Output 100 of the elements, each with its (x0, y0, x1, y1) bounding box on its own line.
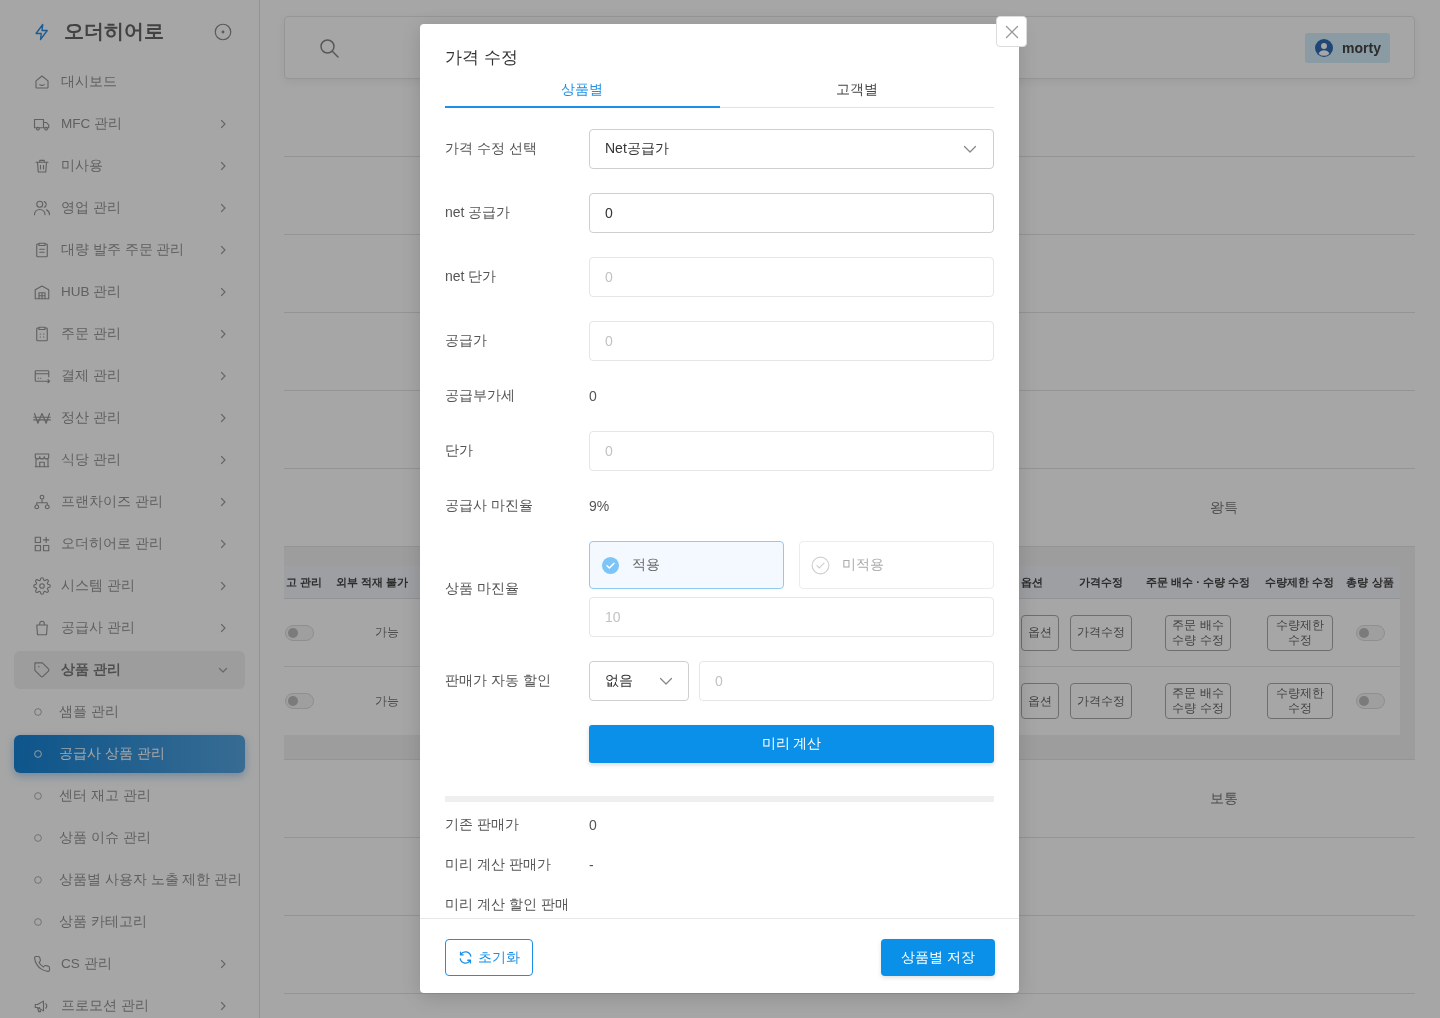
chevron-icon (218, 245, 228, 255)
circle-dot-icon[interactable] (214, 22, 232, 41)
sidebar-item[interactable]: CS 관리 (14, 945, 245, 983)
settings-icon (33, 577, 51, 595)
sidebar-item[interactable]: 상품 관리 (14, 651, 245, 689)
chevron-icon (218, 1001, 228, 1011)
close-icon (1004, 24, 1019, 39)
field-label: 판매가 자동 할인 (445, 672, 552, 690)
user-button[interactable]: morty (1305, 32, 1390, 63)
clipboard-icon (33, 241, 51, 259)
field-label: 상품 마진율 (445, 580, 520, 598)
field-value: 0 (589, 387, 597, 406)
sidebar-item[interactable]: 오더히어로 관리 (14, 525, 245, 563)
action-button[interactable]: 주문 배수 수량 수정 (1165, 614, 1231, 651)
column-header: 가격수정 (1078, 574, 1123, 590)
column-header: 고 관리 (286, 574, 323, 590)
action-button[interactable]: 옵션 (1021, 614, 1059, 651)
store-icon (33, 451, 51, 469)
phone-icon (33, 955, 51, 973)
chevron-icon (218, 287, 228, 297)
sidebar-subitem[interactable]: 상품 이슈 관리 (14, 819, 245, 857)
sidebar-subitem[interactable]: 공급사 상품 관리 (14, 735, 245, 773)
circle-icon (34, 750, 42, 758)
toggle-switch[interactable] (285, 624, 314, 641)
field-label: 공급부가세 (445, 387, 516, 405)
logo-text: 오더히어로 (64, 19, 164, 44)
circle-icon (34, 834, 42, 842)
sidebar-item[interactable]: 식당 관리 (14, 441, 245, 479)
users-icon (33, 199, 51, 217)
sidebar-subitem[interactable]: 상품별 사용자 노출 제한 관리 (14, 861, 245, 899)
field-label: 가격 수정 선택 (445, 140, 538, 158)
action-button[interactable]: 가격수정 (1069, 683, 1132, 719)
circle-icon (34, 918, 42, 926)
sidebar-item[interactable]: 정산 관리 (14, 399, 245, 437)
circle-icon (34, 792, 42, 800)
calculate-button[interactable]: 미리 계산 (589, 725, 994, 763)
column-header: 외부 적재 불가 (336, 574, 409, 590)
result-label: 미리 계산 판매가 (445, 856, 552, 874)
reset-button[interactable]: 초기화 (445, 939, 533, 976)
column-header: 수량제한 수정 (1264, 574, 1335, 590)
result-label: 미리 계산 할인 판매 (445, 896, 570, 914)
result-value: 0 (589, 816, 597, 835)
sidebar-subitem[interactable]: 샘플 관리 (14, 693, 245, 731)
chevron-icon (218, 371, 228, 381)
check-circle-icon (811, 555, 830, 575)
close-button[interactable] (996, 16, 1027, 47)
home-icon (33, 73, 51, 91)
sidebar-item[interactable]: 결제 관리 (14, 357, 245, 395)
chevron-icon (218, 161, 228, 171)
input-field[interactable]: 0 (589, 193, 994, 233)
sidebar-item[interactable]: 프로모션 관리 (14, 987, 245, 1018)
save-button[interactable]: 상품별 저장 (881, 939, 995, 976)
toggle-switch[interactable] (285, 693, 314, 709)
field-value: 9% (589, 497, 610, 516)
result-label: 기존 판매가 (445, 816, 520, 834)
toggle-switch[interactable] (1355, 693, 1385, 709)
sidebar-item[interactable]: 대량 발주 주문 관리 (14, 231, 245, 269)
sidebar-item[interactable]: 영업 관리 (14, 189, 245, 227)
chevron-icon (218, 665, 228, 675)
sidebar-item[interactable]: 대시보드 (14, 63, 245, 101)
column-header: 주문 배수 · 수량 수정 (1146, 574, 1250, 590)
action-button[interactable]: 수량제한 수정 (1266, 614, 1333, 651)
chevron-icon (218, 581, 228, 591)
sidebar-item[interactable]: 공급사 관리 (14, 609, 245, 647)
refresh-icon (458, 950, 473, 965)
field-label: 공급사 마진율 (445, 497, 534, 515)
chevron-icon (218, 497, 228, 507)
sidebar-item[interactable]: 주문 관리 (14, 315, 245, 353)
sidebar-item[interactable]: 프랜차이즈 관리 (14, 483, 245, 521)
result-value: - (589, 856, 594, 875)
sidebar-subitem[interactable]: 상품 카테고리 (14, 903, 245, 941)
field-label: 공급가 (445, 332, 488, 350)
warehouse-icon (33, 283, 51, 301)
chevron-icon (218, 203, 228, 213)
clipboard-icon (33, 325, 51, 343)
bag-icon (33, 619, 51, 637)
dialog-title: 가격 수정 (445, 48, 518, 66)
circle-icon (34, 708, 42, 716)
user-avatar-icon (1315, 38, 1334, 57)
chevron-icon (218, 455, 228, 465)
tab[interactable]: 고객별 (719, 73, 994, 108)
sidebar-item[interactable]: 미사용 (14, 147, 245, 185)
sidebar-item[interactable]: 시스템 관리 (14, 567, 245, 605)
action-button[interactable]: 옵션 (1021, 683, 1059, 719)
sidebar-subitem[interactable]: 센터 재고 관리 (14, 777, 245, 815)
toggle-switch[interactable] (1355, 624, 1385, 641)
tag-icon (33, 661, 51, 679)
check-circle-icon (601, 555, 620, 575)
sidebar-item[interactable]: HUB 관리 (14, 273, 245, 311)
chevron-icon (218, 413, 228, 423)
table-cell: 가능 (375, 692, 399, 710)
sidebar-item[interactable]: MFC 관리 (14, 105, 245, 143)
action-button[interactable]: 주문 배수 수량 수정 (1165, 683, 1231, 719)
search-icon[interactable] (319, 37, 339, 58)
action-button[interactable]: 수량제한 수정 (1266, 683, 1333, 719)
chevron-icon (218, 119, 228, 129)
select-field[interactable]: Net공급가 (589, 129, 994, 169)
tab[interactable]: 상품별 (445, 73, 720, 108)
action-button[interactable]: 가격수정 (1069, 614, 1132, 651)
field-label: net 단가 (445, 268, 498, 286)
